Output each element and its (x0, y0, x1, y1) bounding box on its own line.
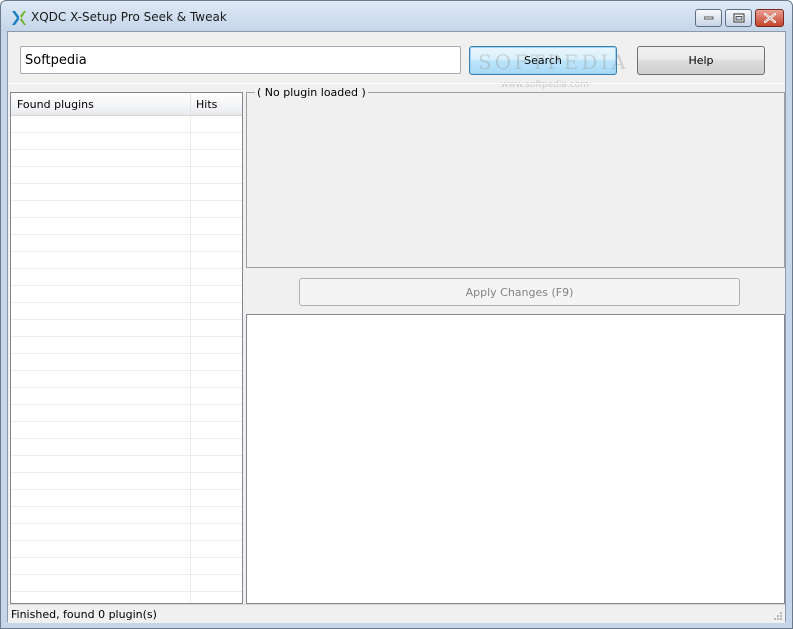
title-bar[interactable]: XQDC X-Setup Pro Seek & Tweak (1, 1, 792, 33)
search-button[interactable]: Search (469, 46, 617, 75)
list-header: Found plugins Hits (11, 93, 242, 116)
xqdc-logo-icon (10, 10, 26, 26)
plugin-group-legend: ( No plugin loaded ) (255, 86, 368, 99)
window-title: XQDC X-Setup Pro Seek & Tweak (31, 10, 227, 24)
minimize-button[interactable] (695, 9, 722, 27)
client-area: Search Help SOFTPEDIA www.softpedia.com … (7, 31, 786, 623)
list-grid-column-line (190, 116, 191, 603)
status-bar: Finished, found 0 plugin(s) (8, 604, 785, 623)
resize-grip-icon[interactable] (773, 611, 783, 621)
maximize-icon (733, 13, 744, 23)
close-button[interactable] (755, 9, 784, 27)
close-icon (763, 13, 776, 23)
column-divider[interactable] (190, 93, 191, 116)
maximize-button[interactable] (725, 9, 752, 27)
search-input[interactable] (20, 46, 461, 74)
caption-buttons (692, 9, 784, 27)
watermark-url: www.softpedia.com (501, 80, 589, 90)
minimize-icon (703, 16, 713, 20)
plugin-group-box: ( No plugin loaded ) (246, 86, 785, 268)
toolbar-separator (8, 83, 785, 84)
plugin-details-panel[interactable] (246, 314, 785, 604)
column-header-hits[interactable]: Hits (196, 98, 217, 111)
plugins-list[interactable]: Found plugins Hits (10, 92, 243, 604)
apply-changes-button[interactable]: Apply Changes (F9) (299, 278, 740, 306)
app-window: XQDC X-Setup Pro Seek & Tweak Search Hel… (0, 0, 793, 629)
status-text: Finished, found 0 plugin(s) (11, 608, 157, 621)
help-button[interactable]: Help (637, 46, 765, 75)
column-header-found-plugins[interactable]: Found plugins (17, 98, 94, 111)
list-grid-rows (11, 116, 242, 603)
